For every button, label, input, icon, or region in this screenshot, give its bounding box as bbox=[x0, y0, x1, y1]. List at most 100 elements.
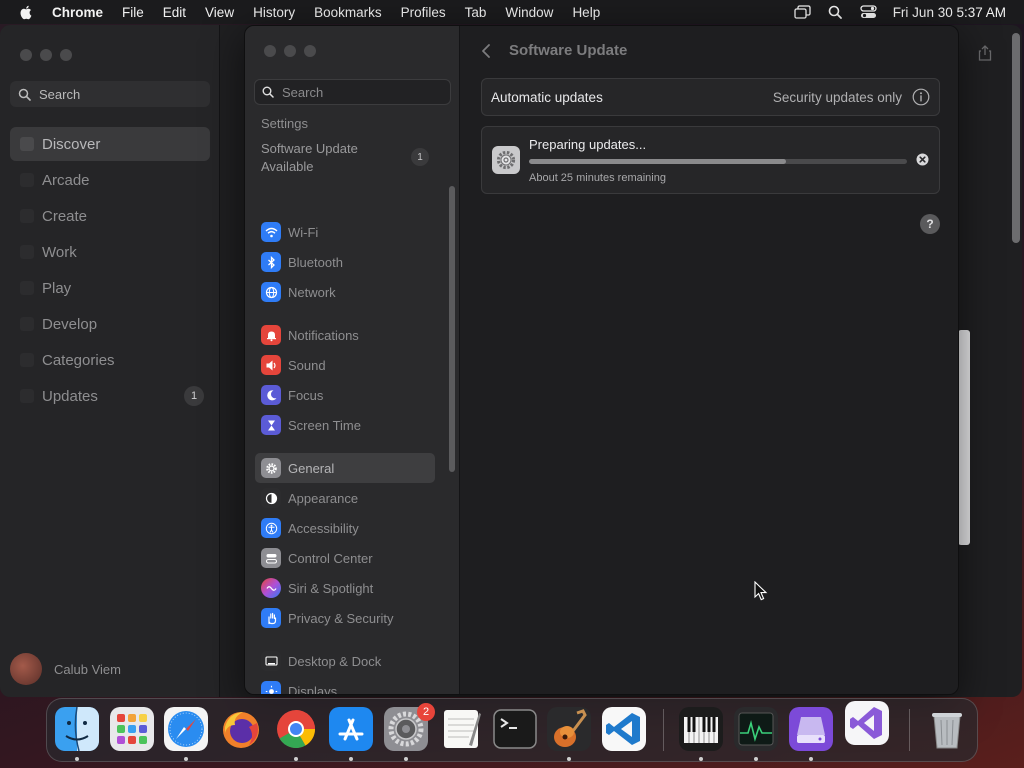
control-center-icon bbox=[261, 548, 281, 568]
nav-arcade[interactable]: Arcade bbox=[10, 163, 210, 197]
nav-label: Arcade bbox=[42, 171, 90, 189]
settings-sidebar: Search Settings Software Update Availabl… bbox=[245, 26, 460, 694]
screen-mirroring-icon[interactable] bbox=[794, 5, 811, 19]
sidebar-item-accessibility[interactable]: Accessibility bbox=[255, 513, 435, 543]
trash-icon[interactable] bbox=[925, 707, 969, 751]
user-name: Calub Viem bbox=[54, 661, 121, 677]
settings-window-controls bbox=[264, 45, 316, 57]
software-update-badge: 1 bbox=[411, 148, 429, 166]
running-indicator bbox=[809, 757, 813, 761]
sidebar-item-general[interactable]: General bbox=[255, 453, 435, 483]
help-button[interactable]: ? bbox=[920, 214, 940, 234]
sidebar-item-partial[interactable]: Settings bbox=[261, 116, 308, 131]
app-store-icon[interactable] bbox=[329, 707, 373, 751]
menu-bookmarks[interactable]: Bookmarks bbox=[314, 5, 382, 20]
nav-play[interactable]: Play bbox=[10, 271, 210, 305]
sidebar-item-label: Accessibility bbox=[288, 520, 359, 536]
close-button[interactable] bbox=[264, 45, 276, 57]
sidebar-item-privacy-security[interactable]: Privacy & Security bbox=[255, 603, 435, 633]
sidebar-item-sound[interactable]: Sound bbox=[255, 350, 435, 380]
menu-view[interactable]: View bbox=[205, 5, 234, 20]
running-indicator bbox=[754, 757, 758, 761]
menu-history[interactable]: History bbox=[253, 5, 295, 20]
sidebar-item-desktop-dock[interactable]: Desktop & Dock bbox=[255, 646, 435, 676]
automatic-updates-row: Automatic updates Security updates only bbox=[481, 78, 940, 116]
settings-search-input[interactable]: Search bbox=[254, 79, 451, 105]
nav-categories[interactable]: Categories bbox=[10, 343, 210, 377]
minimize-button[interactable] bbox=[284, 45, 296, 57]
sidebar-item-label: Bluetooth bbox=[288, 254, 343, 270]
app-store-search-input[interactable]: Search bbox=[10, 81, 210, 107]
close-button[interactable] bbox=[20, 49, 32, 61]
safari-icon[interactable] bbox=[164, 707, 208, 751]
menu-clock[interactable]: Fri Jun 30 5:37 AM bbox=[893, 5, 1006, 20]
moon-icon bbox=[261, 385, 281, 405]
vscode-icon[interactable] bbox=[602, 707, 646, 751]
sidebar-item-label: Sound bbox=[288, 357, 326, 373]
chrome-icon[interactable] bbox=[274, 707, 318, 751]
sidebar-item-label: Wi-Fi bbox=[288, 224, 319, 240]
sidebar-item-focus[interactable]: Focus bbox=[255, 380, 435, 410]
settings-sidebar-scrollbar[interactable] bbox=[449, 186, 455, 472]
disk-utility-icon[interactable] bbox=[789, 707, 833, 751]
firefox-icon[interactable] bbox=[219, 707, 263, 751]
menu-file[interactable]: File bbox=[122, 5, 144, 20]
sidebar-item-control-center[interactable]: Control Center bbox=[255, 543, 435, 573]
launchpad-icon[interactable] bbox=[110, 707, 154, 751]
preparing-updates-title: Preparing updates... bbox=[529, 137, 647, 152]
download-icon bbox=[20, 389, 34, 403]
apple-icon[interactable] bbox=[18, 4, 34, 20]
activity-monitor-icon[interactable] bbox=[734, 707, 778, 751]
updates-badge: 1 bbox=[184, 386, 204, 406]
automatic-updates-value: Security updates only bbox=[772, 89, 902, 105]
sidebar-item-network[interactable]: Network bbox=[255, 277, 435, 307]
software-update-gear-icon bbox=[492, 146, 520, 174]
zoom-button[interactable] bbox=[60, 49, 72, 61]
menu-edit[interactable]: Edit bbox=[163, 5, 186, 20]
nav-label: Develop bbox=[42, 315, 98, 333]
cancel-update-button[interactable] bbox=[916, 153, 929, 166]
info-icon[interactable] bbox=[912, 88, 930, 106]
rocket-icon bbox=[20, 281, 34, 295]
speaker-icon bbox=[261, 355, 281, 375]
hammer-icon bbox=[20, 317, 34, 331]
nav-create[interactable]: Create bbox=[10, 199, 210, 233]
hourglass-icon bbox=[261, 415, 281, 435]
sidebar-item-bluetooth[interactable]: Bluetooth bbox=[255, 247, 435, 277]
sidebar-item-displays[interactable]: Displays bbox=[255, 676, 435, 694]
sidebar-item-siri-spotlight[interactable]: Siri & Spotlight bbox=[255, 573, 435, 603]
menu-profiles[interactable]: Profiles bbox=[401, 5, 446, 20]
menu-window[interactable]: Window bbox=[505, 5, 553, 20]
sidebar-item-screen-time[interactable]: Screen Time bbox=[255, 410, 435, 440]
mouse-cursor-icon bbox=[754, 581, 768, 601]
nav-discover[interactable]: Discover bbox=[10, 127, 210, 161]
piano-icon[interactable] bbox=[679, 707, 723, 751]
account-button[interactable]: Calub Viem bbox=[10, 653, 121, 685]
menu-help[interactable]: Help bbox=[572, 5, 600, 20]
back-chevron-icon[interactable] bbox=[481, 43, 491, 58]
textedit-icon[interactable] bbox=[439, 707, 483, 751]
sidebar-item-appearance[interactable]: Appearance bbox=[255, 483, 435, 513]
app-store-scrollbar[interactable] bbox=[1012, 33, 1020, 243]
app-store-content-card[interactable] bbox=[958, 330, 970, 545]
control-center-icon[interactable] bbox=[860, 5, 877, 19]
nav-label: Categories bbox=[42, 351, 115, 369]
nav-work[interactable]: Work bbox=[10, 235, 210, 269]
page-title: Software Update bbox=[509, 42, 628, 59]
visual-studio-icon[interactable] bbox=[845, 701, 889, 745]
menu-app-name[interactable]: Chrome bbox=[52, 5, 103, 20]
terminal-icon[interactable] bbox=[493, 707, 537, 751]
nav-develop[interactable]: Develop bbox=[10, 307, 210, 341]
sidebar-item-wifi[interactable]: Wi-Fi bbox=[255, 217, 435, 247]
minimize-button[interactable] bbox=[40, 49, 52, 61]
sidebar-item-software-update-available[interactable]: Software Update Available bbox=[261, 140, 401, 176]
finder-icon[interactable] bbox=[55, 707, 99, 751]
sidebar-item-notifications[interactable]: Notifications bbox=[255, 320, 435, 350]
garageband-icon[interactable] bbox=[547, 707, 591, 751]
menu-tab[interactable]: Tab bbox=[465, 5, 487, 20]
share-icon[interactable] bbox=[978, 45, 992, 61]
spotlight-search-icon[interactable] bbox=[827, 5, 844, 19]
nav-updates[interactable]: Updates 1 bbox=[10, 379, 210, 413]
running-indicator bbox=[294, 757, 298, 761]
zoom-button[interactable] bbox=[304, 45, 316, 57]
